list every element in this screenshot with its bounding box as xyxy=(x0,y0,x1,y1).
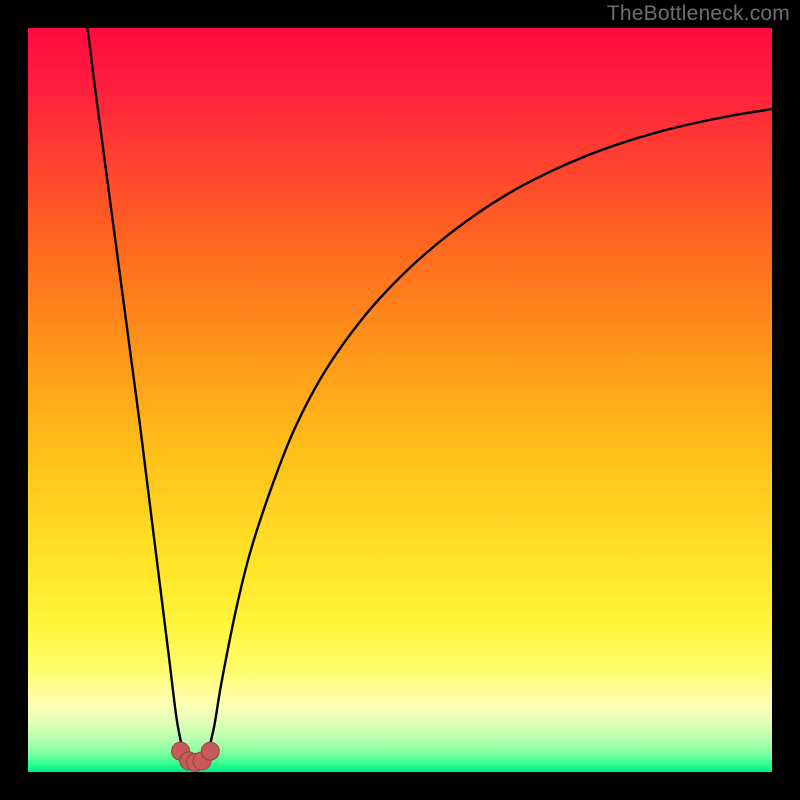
dip-marker-dot xyxy=(201,742,219,760)
watermark-text: TheBottleneck.com xyxy=(607,2,790,26)
plot-area xyxy=(28,28,772,772)
gradient-background xyxy=(28,28,772,772)
plot-svg xyxy=(28,28,772,772)
chart-frame: TheBottleneck.com xyxy=(0,0,800,800)
